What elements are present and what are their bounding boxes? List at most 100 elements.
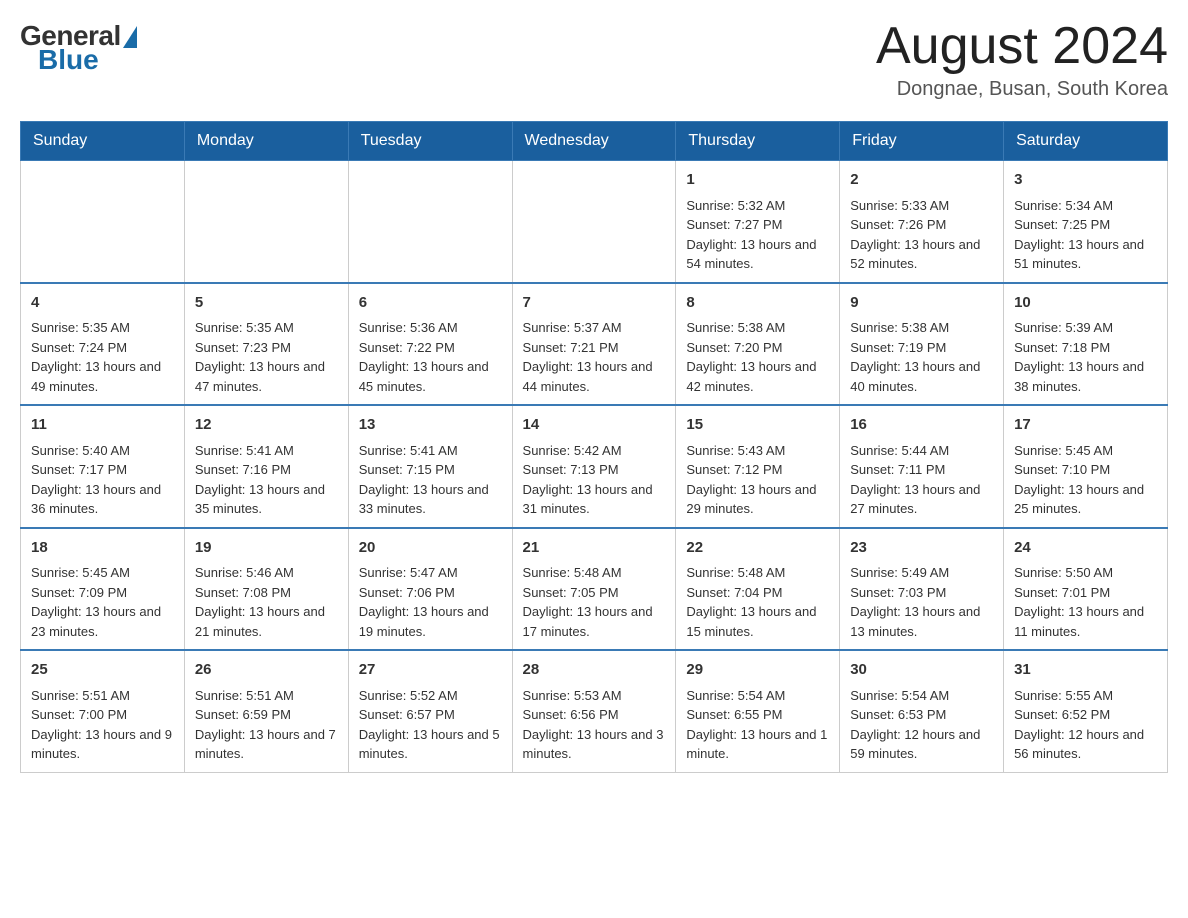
day-info: Sunrise: 5:48 AM Sunset: 7:05 PM Dayligh… (523, 563, 666, 641)
calendar-cell (348, 161, 512, 283)
calendar-cell: 28 Sunrise: 5:53 AM Sunset: 6:56 PM Dayli… (512, 650, 676, 772)
title-section: August 2024 Dongnae, Busan, South Korea (876, 20, 1168, 101)
calendar-cell: 6 Sunrise: 5:36 AM Sunset: 7:22 PM Daylig… (348, 283, 512, 406)
day-number: 27 (359, 659, 502, 682)
header-row: SundayMondayTuesdayWednesdayThursdayFrid… (21, 122, 1168, 161)
day-number: 2 (850, 169, 993, 192)
calendar-cell: 18 Sunrise: 5:45 AM Sunset: 7:09 PM Dayli… (21, 528, 185, 651)
calendar-cell: 2Sunrise: 5:33 AM Sunset: 7:26 PM Daylig… (840, 161, 1004, 283)
page-header: General Blue August 2024 Dongnae, Busan,… (20, 20, 1168, 101)
day-number: 6 (359, 292, 502, 315)
calendar-cell: 5Sunrise: 5:35 AM Sunset: 7:23 PM Daylig… (184, 283, 348, 406)
calendar-cell: 9Sunrise: 5:38 AM Sunset: 7:19 PM Daylig… (840, 283, 1004, 406)
day-info: Sunrise: 5:37 AM Sunset: 7:21 PM Dayligh… (523, 318, 666, 396)
day-number: 11 (31, 414, 174, 437)
month-title: August 2024 (876, 20, 1168, 72)
day-number: 15 (686, 414, 829, 437)
day-info: Sunrise: 5:47 AM Sunset: 7:06 PM Dayligh… (359, 563, 502, 641)
day-number: 22 (686, 537, 829, 560)
day-number: 4 (31, 292, 174, 315)
day-number: 31 (1014, 659, 1157, 682)
day-info: Sunrise: 5:32 AM Sunset: 7:27 PM Dayligh… (686, 196, 829, 274)
location-text: Dongnae, Busan, South Korea (876, 78, 1168, 101)
column-header-thursday: Thursday (676, 122, 840, 161)
day-number: 10 (1014, 292, 1157, 315)
day-info: Sunrise: 5:36 AM Sunset: 7:22 PM Dayligh… (359, 318, 502, 396)
calendar-cell: 8 Sunrise: 5:38 AM Sunset: 7:20 PM Daylig… (676, 283, 840, 406)
calendar-cell: 30Sunrise: 5:54 AM Sunset: 6:53 PM Dayli… (840, 650, 1004, 772)
calendar-cell: 10Sunrise: 5:39 AM Sunset: 7:18 PM Dayli… (1004, 283, 1168, 406)
calendar-cell: 15 Sunrise: 5:43 AM Sunset: 7:12 PM Dayli… (676, 405, 840, 528)
logo: General Blue (20, 20, 137, 76)
day-number: 12 (195, 414, 338, 437)
calendar-cell (184, 161, 348, 283)
day-number: 3 (1014, 169, 1157, 192)
column-header-monday: Monday (184, 122, 348, 161)
day-number: 24 (1014, 537, 1157, 560)
day-number: 21 (523, 537, 666, 560)
day-number: 7 (523, 292, 666, 315)
day-info: Sunrise: 5:40 AM Sunset: 7:17 PM Dayligh… (31, 441, 174, 519)
calendar-cell: 27 Sunrise: 5:52 AM Sunset: 6:57 PM Dayli… (348, 650, 512, 772)
day-info: Sunrise: 5:44 AM Sunset: 7:11 PM Dayligh… (850, 441, 993, 519)
day-number: 28 (523, 659, 666, 682)
day-info: Sunrise: 5:54 AM Sunset: 6:55 PM Dayligh… (686, 686, 829, 764)
day-number: 13 (359, 414, 502, 437)
calendar-cell: 12Sunrise: 5:41 AM Sunset: 7:16 PM Dayli… (184, 405, 348, 528)
day-info: Sunrise: 5:38 AM Sunset: 7:20 PM Dayligh… (686, 318, 829, 396)
day-number: 17 (1014, 414, 1157, 437)
day-info: Sunrise: 5:51 AM Sunset: 7:00 PM Dayligh… (31, 686, 174, 764)
day-info: Sunrise: 5:55 AM Sunset: 6:52 PM Dayligh… (1014, 686, 1157, 764)
calendar-cell: 24 Sunrise: 5:50 AM Sunset: 7:01 PM Dayli… (1004, 528, 1168, 651)
day-number: 8 (686, 292, 829, 315)
day-info: Sunrise: 5:42 AM Sunset: 7:13 PM Dayligh… (523, 441, 666, 519)
week-row-4: 18 Sunrise: 5:45 AM Sunset: 7:09 PM Dayli… (21, 528, 1168, 651)
column-header-wednesday: Wednesday (512, 122, 676, 161)
calendar-cell: 21 Sunrise: 5:48 AM Sunset: 7:05 PM Dayli… (512, 528, 676, 651)
day-number: 19 (195, 537, 338, 560)
logo-blue-text: Blue (38, 44, 137, 76)
calendar-cell: 20 Sunrise: 5:47 AM Sunset: 7:06 PM Dayli… (348, 528, 512, 651)
day-number: 20 (359, 537, 502, 560)
week-row-5: 25Sunrise: 5:51 AM Sunset: 7:00 PM Dayli… (21, 650, 1168, 772)
day-info: Sunrise: 5:38 AM Sunset: 7:19 PM Dayligh… (850, 318, 993, 396)
calendar-cell: 4 Sunrise: 5:35 AM Sunset: 7:24 PM Daylig… (21, 283, 185, 406)
day-info: Sunrise: 5:41 AM Sunset: 7:15 PM Dayligh… (359, 441, 502, 519)
day-number: 23 (850, 537, 993, 560)
calendar-cell: 17 Sunrise: 5:45 AM Sunset: 7:10 PM Dayli… (1004, 405, 1168, 528)
day-info: Sunrise: 5:45 AM Sunset: 7:10 PM Dayligh… (1014, 441, 1157, 519)
day-info: Sunrise: 5:50 AM Sunset: 7:01 PM Dayligh… (1014, 563, 1157, 641)
calendar-cell: 3 Sunrise: 5:34 AM Sunset: 7:25 PM Daylig… (1004, 161, 1168, 283)
day-info: Sunrise: 5:43 AM Sunset: 7:12 PM Dayligh… (686, 441, 829, 519)
day-info: Sunrise: 5:45 AM Sunset: 7:09 PM Dayligh… (31, 563, 174, 641)
calendar-cell: 26Sunrise: 5:51 AM Sunset: 6:59 PM Dayli… (184, 650, 348, 772)
day-info: Sunrise: 5:48 AM Sunset: 7:04 PM Dayligh… (686, 563, 829, 641)
day-info: Sunrise: 5:34 AM Sunset: 7:25 PM Dayligh… (1014, 196, 1157, 274)
calendar-cell (21, 161, 185, 283)
calendar-cell: 22 Sunrise: 5:48 AM Sunset: 7:04 PM Dayli… (676, 528, 840, 651)
calendar-cell: 7 Sunrise: 5:37 AM Sunset: 7:21 PM Daylig… (512, 283, 676, 406)
column-header-saturday: Saturday (1004, 122, 1168, 161)
day-number: 18 (31, 537, 174, 560)
calendar-cell: 11 Sunrise: 5:40 AM Sunset: 7:17 PM Dayli… (21, 405, 185, 528)
calendar-cell: 31 Sunrise: 5:55 AM Sunset: 6:52 PM Dayli… (1004, 650, 1168, 772)
week-row-3: 11 Sunrise: 5:40 AM Sunset: 7:17 PM Dayli… (21, 405, 1168, 528)
day-info: Sunrise: 5:46 AM Sunset: 7:08 PM Dayligh… (195, 563, 338, 641)
calendar-cell: 1 Sunrise: 5:32 AM Sunset: 7:27 PM Daylig… (676, 161, 840, 283)
day-info: Sunrise: 5:53 AM Sunset: 6:56 PM Dayligh… (523, 686, 666, 764)
day-info: Sunrise: 5:35 AM Sunset: 7:24 PM Dayligh… (31, 318, 174, 396)
calendar-cell: 19 Sunrise: 5:46 AM Sunset: 7:08 PM Dayli… (184, 528, 348, 651)
week-row-1: 1 Sunrise: 5:32 AM Sunset: 7:27 PM Daylig… (21, 161, 1168, 283)
calendar-cell: 16Sunrise: 5:44 AM Sunset: 7:11 PM Dayli… (840, 405, 1004, 528)
calendar-cell: 13 Sunrise: 5:41 AM Sunset: 7:15 PM Dayli… (348, 405, 512, 528)
day-number: 29 (686, 659, 829, 682)
calendar-cell: 25Sunrise: 5:51 AM Sunset: 7:00 PM Dayli… (21, 650, 185, 772)
column-header-sunday: Sunday (21, 122, 185, 161)
day-info: Sunrise: 5:54 AM Sunset: 6:53 PM Dayligh… (850, 686, 993, 764)
day-info: Sunrise: 5:35 AM Sunset: 7:23 PM Dayligh… (195, 318, 338, 396)
week-row-2: 4 Sunrise: 5:35 AM Sunset: 7:24 PM Daylig… (21, 283, 1168, 406)
column-header-tuesday: Tuesday (348, 122, 512, 161)
day-number: 26 (195, 659, 338, 682)
day-number: 1 (686, 169, 829, 192)
day-info: Sunrise: 5:52 AM Sunset: 6:57 PM Dayligh… (359, 686, 502, 764)
